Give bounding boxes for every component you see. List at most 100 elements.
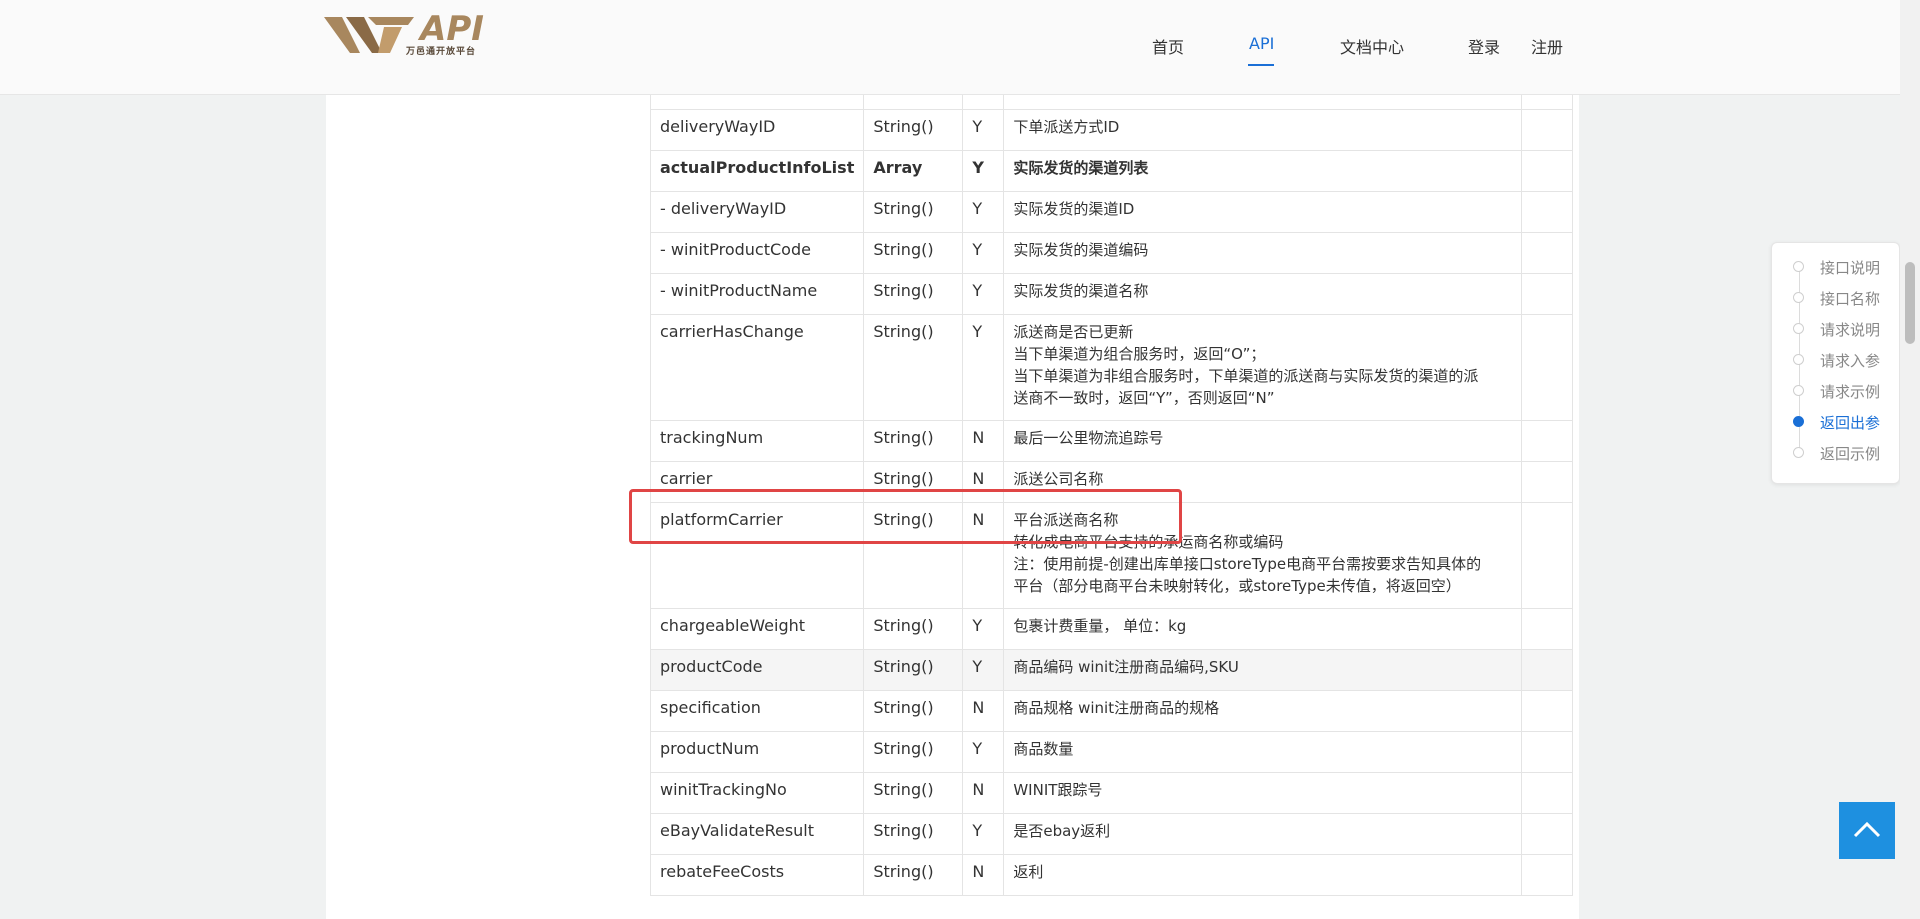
param-type-cell: Array	[863, 150, 964, 192]
toc-dot-icon	[1793, 447, 1804, 458]
param-required-cell: N	[962, 690, 1005, 732]
param-extra-cell	[1521, 109, 1574, 151]
toc-label: 请求说明	[1820, 321, 1881, 339]
desc-line: 商品编码 winit注册商品编码,SKU	[1013, 658, 1239, 676]
param-desc-cell: 下单派送方式ID	[1003, 109, 1523, 151]
toc-label: 请求示例	[1820, 383, 1881, 401]
param-required-cell: Y	[962, 191, 1005, 233]
param-type-cell: String()	[863, 649, 964, 691]
nav-docs[interactable]: 文档中心	[1340, 34, 1404, 58]
back-to-top-button[interactable]	[1839, 802, 1895, 859]
side-toc: 接口说明接口名称请求说明请求入参请求示例返回出参返回示例	[1771, 242, 1900, 484]
param-extra-cell	[1521, 854, 1574, 896]
toc-dot-icon	[1793, 354, 1804, 365]
param-desc-cell: WINIT跟踪号	[1003, 772, 1523, 814]
param-type-cell: String()	[863, 854, 964, 896]
table-row: carrierHasChange String() Y 派送商是否已更新当下单渠道为组…	[649, 314, 1574, 421]
param-type-cell: String()	[863, 420, 964, 462]
param-name-cell: chargeableWeight	[649, 608, 865, 650]
logo-text: API	[420, 9, 484, 49]
param-desc-cell: 包裹计费重量， 单位：kg	[1003, 608, 1523, 650]
param-desc-cell: 商品规格 winit注册商品的规格	[1003, 690, 1523, 732]
param-name-cell: productCode	[649, 649, 865, 691]
param-extra-cell	[1521, 813, 1574, 855]
toc-response-example[interactable]: 返回示例	[1772, 442, 1899, 466]
desc-line: 送商不一致时，返回“Y”，否则返回“N”	[1013, 389, 1275, 407]
param-desc-cell: 商品编码 winit注册商品编码,SKU	[1003, 649, 1523, 691]
param-desc-cell: 实际发货的渠道ID	[1003, 191, 1523, 233]
toc-dot-icon	[1793, 416, 1804, 427]
param-name-cell: carrierHasChange	[649, 314, 865, 421]
param-name-cell: deliveryWayID	[649, 109, 865, 151]
param-name-cell: winitTrackingNo	[649, 772, 865, 814]
desc-line: 当下单渠道为非组合服务时，下单渠道的派送商与实际发货的渠道的派	[1013, 367, 1479, 385]
param-extra-cell	[1521, 273, 1574, 315]
desc-line: 平台（部分电商平台未映射转化，或storeType未传值，将返回空）	[1013, 577, 1461, 595]
table-row: productNum String() Y 商品数量	[649, 731, 1574, 773]
param-type-cell: String()	[863, 772, 964, 814]
table-row: chargeableWeight String() Y 包裹计费重量， 单位：kg	[649, 608, 1574, 650]
param-required-cell: N	[962, 772, 1005, 814]
param-required-cell: Y	[962, 813, 1005, 855]
param-name-cell: rebateFeeCosts	[649, 854, 865, 896]
nav-login[interactable]: 登录	[1468, 34, 1500, 58]
param-type-cell: String()	[863, 690, 964, 732]
param-required-cell: N	[962, 420, 1005, 462]
desc-line: WINIT跟踪号	[1013, 781, 1103, 799]
param-extra-cell	[1521, 502, 1574, 609]
param-type-cell: String()	[863, 813, 964, 855]
top-header: API 万邑通开放平台 首页 API 文档中心 登录 注册	[0, 0, 1900, 95]
table-row: rebateFeeCosts String() N 返利	[649, 854, 1574, 896]
param-extra-cell	[1521, 420, 1574, 462]
toc-request-example[interactable]: 请求示例	[1772, 380, 1899, 404]
desc-line: 派送商是否已更新	[1013, 323, 1134, 341]
desc-line: 返利	[1013, 863, 1044, 881]
param-name-cell: productNum	[649, 731, 865, 773]
nav-active-indicator	[1248, 64, 1274, 66]
param-required-cell: Y	[962, 731, 1005, 773]
param-type-cell: String()	[863, 273, 964, 315]
param-required-cell: Y	[962, 649, 1005, 691]
param-required-cell: Y	[962, 608, 1005, 650]
toc-request-desc[interactable]: 请求说明	[1772, 318, 1899, 342]
param-name-cell: - winitProductName	[649, 273, 865, 315]
param-required-cell: Y	[962, 314, 1005, 421]
toc-response-params[interactable]: 返回出参	[1772, 411, 1899, 435]
desc-line: 商品数量	[1013, 740, 1074, 758]
toc-request-params[interactable]: 请求入参	[1772, 349, 1899, 373]
param-name-cell: actualProductInfoList	[649, 150, 865, 192]
nav-home[interactable]: 首页	[1152, 34, 1184, 58]
param-extra-cell	[1521, 461, 1574, 503]
param-type-cell: String()	[863, 109, 964, 151]
table-row: deliveryWayID String() Y 下单派送方式ID	[649, 109, 1574, 151]
param-desc-cell: 是否ebay返利	[1003, 813, 1523, 855]
desc-line: 包裹计费重量， 单位：kg	[1013, 617, 1187, 635]
table-row: - winitProductCode String() Y 实际发货的渠道编码	[649, 232, 1574, 274]
table-row: actualProductInfoList Array Y 实际发货的渠道列表	[649, 150, 1574, 192]
param-required-cell: Y	[962, 232, 1005, 274]
toc-label: 请求入参	[1820, 352, 1881, 370]
desc-line: 最后一公里物流追踪号	[1013, 429, 1164, 447]
desc-line: 实际发货的渠道ID	[1013, 200, 1135, 218]
table-row: - deliveryWayID String() Y 实际发货的渠道ID	[649, 191, 1574, 233]
param-name-cell: - winitProductCode	[649, 232, 865, 274]
param-type-cell: String()	[863, 314, 964, 421]
toc-dot-icon	[1793, 261, 1804, 272]
desc-line: 当下单渠道为组合服务时，返回“O”；	[1013, 345, 1266, 363]
desc-line: 实际发货的渠道编码	[1013, 241, 1149, 259]
scrollbar-thumb[interactable]	[1905, 262, 1915, 344]
param-name-cell: eBayValidateResult	[649, 813, 865, 855]
toc-label: 返回示例	[1820, 445, 1881, 463]
toc-interface-name[interactable]: 接口名称	[1772, 287, 1899, 311]
table-row: winitTrackingNo String() N WINIT跟踪号	[649, 772, 1574, 814]
param-extra-cell	[1521, 731, 1574, 773]
param-extra-cell	[1521, 690, 1574, 732]
toc-interface-desc[interactable]: 接口说明	[1772, 256, 1899, 280]
param-extra-cell	[1521, 772, 1574, 814]
nav-api[interactable]: API	[1249, 34, 1274, 53]
table-row: specification String() N 商品规格 winit注册商品的规格	[649, 690, 1574, 732]
nav-register[interactable]: 注册	[1531, 34, 1563, 58]
param-desc-cell: 返利	[1003, 854, 1523, 896]
desc-line: 实际发货的渠道列表	[1013, 159, 1149, 177]
page-scrollbar[interactable]	[1900, 0, 1920, 919]
